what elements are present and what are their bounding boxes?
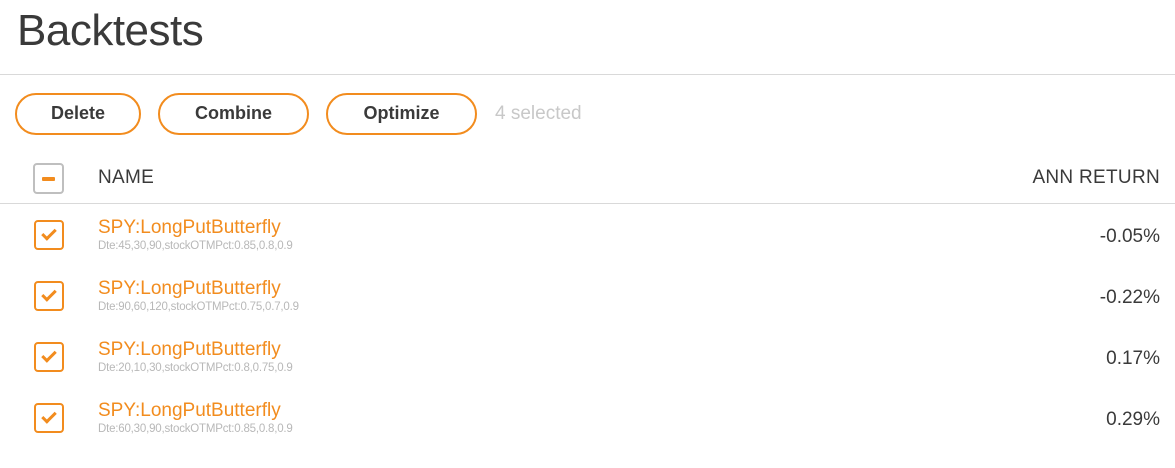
ann-return-value: -0.22%	[1099, 287, 1160, 308]
row-checkbox[interactable]	[34, 403, 64, 433]
selected-count: 4 selected	[495, 102, 582, 124]
column-header-ann-return[interactable]: ANN RETURN	[1032, 167, 1160, 189]
checkmark-icon	[41, 408, 57, 424]
page-title: Backtests	[17, 6, 204, 55]
ann-return-value: 0.17%	[1106, 348, 1160, 369]
combine-button[interactable]: Combine	[158, 92, 309, 135]
table-row[interactable]: SPY:LongPutButterfly Dte:60,30,90,stockO…	[0, 388, 1175, 449]
backtest-params: Dte:60,30,90,stockOTMPct:0.85,0.8,0.9	[98, 423, 293, 435]
row-checkbox[interactable]	[34, 342, 64, 372]
table-row[interactable]: SPY:LongPutButterfly Dte:90,60,120,stock…	[0, 266, 1175, 327]
ann-return-value: 0.29%	[1106, 409, 1160, 430]
optimize-button[interactable]: Optimize	[326, 92, 477, 135]
backtest-name-link[interactable]: SPY:LongPutButterfly	[98, 339, 281, 361]
checkmark-icon	[41, 225, 57, 241]
backtest-params: Dte:45,30,90,stockOTMPct:0.85,0.8,0.9	[98, 240, 293, 252]
table-row[interactable]: SPY:LongPutButterfly Dte:45,30,90,stockO…	[0, 205, 1175, 266]
toolbar: Delete Combine Optimize 4 selected	[15, 92, 582, 135]
backtest-name-link[interactable]: SPY:LongPutButterfly	[98, 278, 281, 300]
table-header: NAME ANN RETURN	[0, 154, 1175, 204]
column-header-name[interactable]: NAME	[98, 167, 154, 189]
select-all-checkbox[interactable]	[33, 163, 64, 194]
backtest-params: Dte:90,60,120,stockOTMPct:0.75,0.7,0.9	[98, 301, 299, 313]
backtest-list: SPY:LongPutButterfly Dte:45,30,90,stockO…	[0, 205, 1175, 449]
checkmark-icon	[41, 286, 57, 302]
row-checkbox[interactable]	[34, 220, 64, 250]
ann-return-value: -0.05%	[1099, 226, 1160, 247]
title-divider	[0, 74, 1175, 75]
minus-icon	[42, 176, 55, 181]
backtest-name-link[interactable]: SPY:LongPutButterfly	[98, 400, 281, 422]
row-checkbox[interactable]	[34, 281, 64, 311]
backtest-params: Dte:20,10,30,stockOTMPct:0.8,0.75,0.9	[98, 362, 293, 374]
table-row[interactable]: SPY:LongPutButterfly Dte:20,10,30,stockO…	[0, 327, 1175, 388]
delete-button[interactable]: Delete	[15, 92, 141, 135]
checkmark-icon	[41, 347, 57, 363]
backtest-name-link[interactable]: SPY:LongPutButterfly	[98, 217, 281, 239]
